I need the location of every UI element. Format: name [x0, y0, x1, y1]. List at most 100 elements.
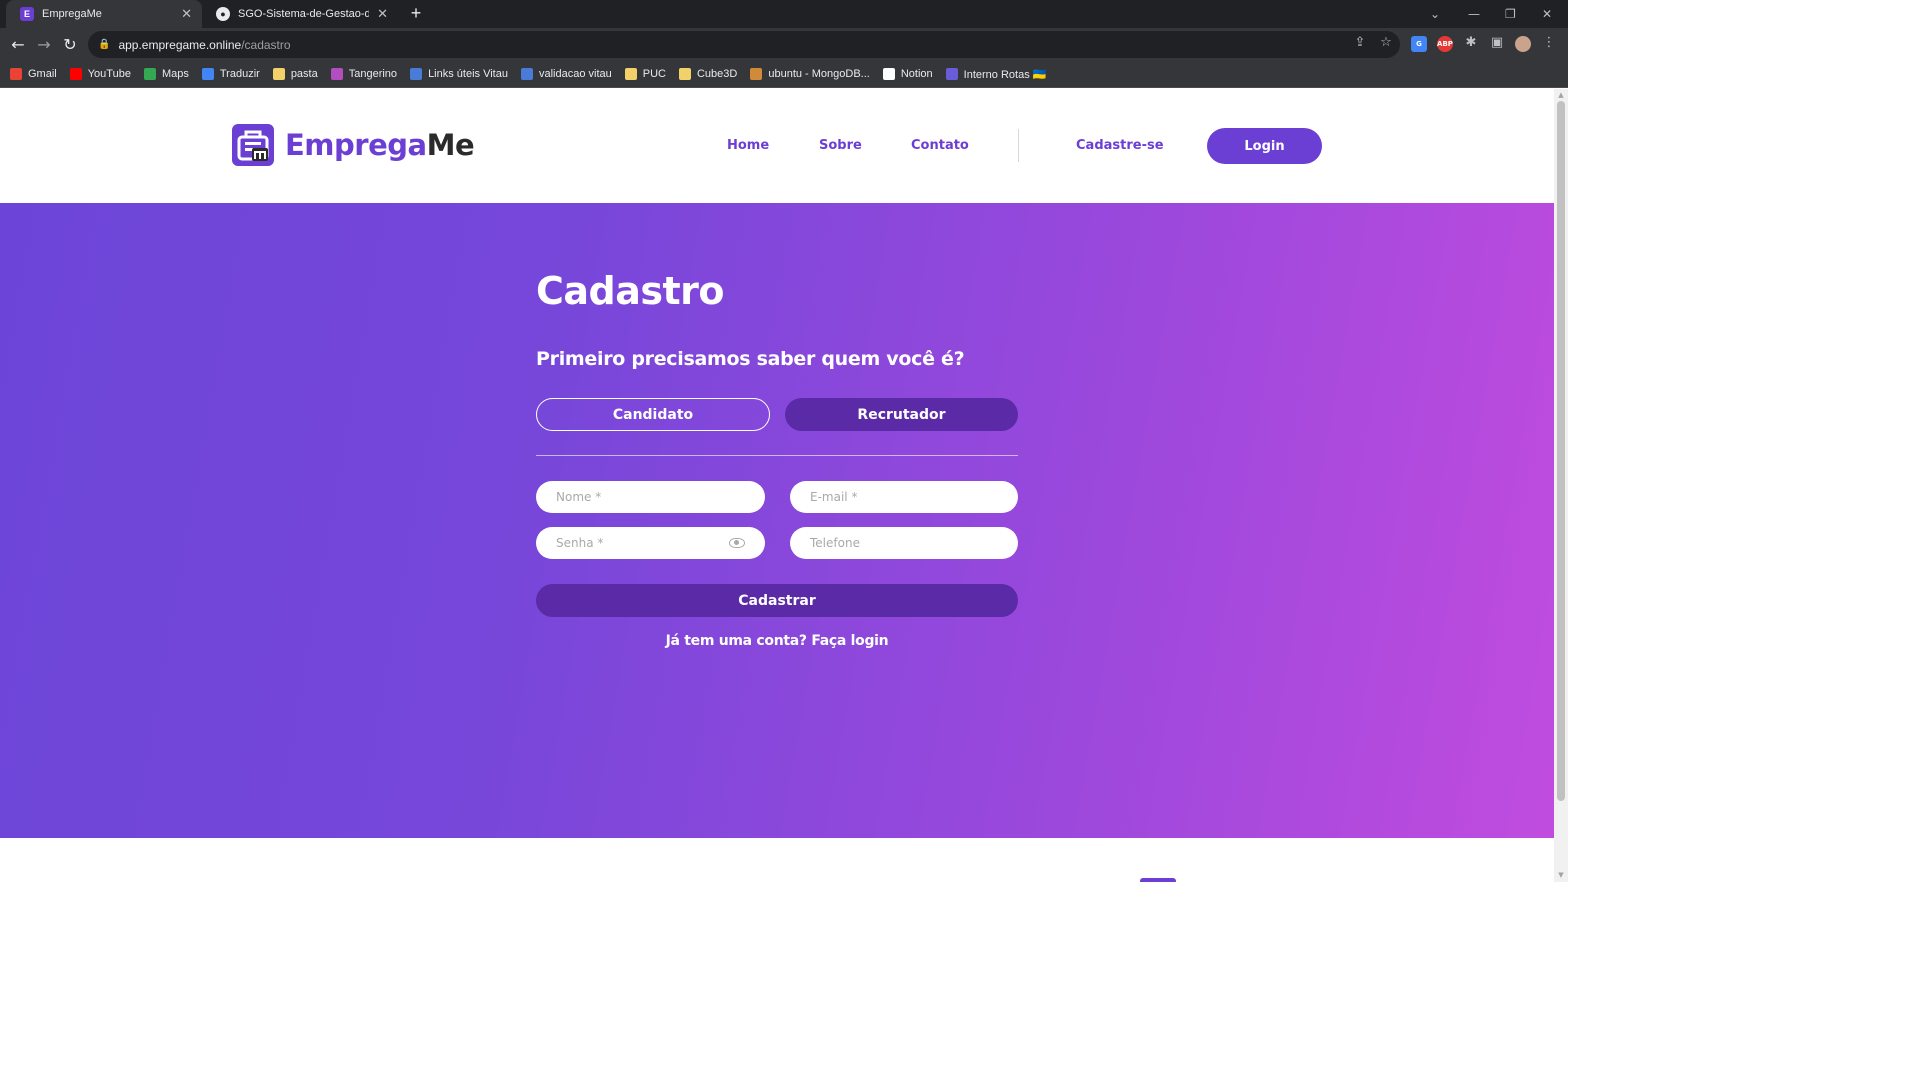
close-tab-icon[interactable]: ✕: [181, 6, 192, 22]
nav-contato-link[interactable]: Contato: [911, 138, 969, 153]
nome-input[interactable]: [556, 490, 745, 504]
email-field[interactable]: [790, 481, 1018, 513]
scroll-down-arrow-icon[interactable]: ▼: [1557, 871, 1565, 879]
bookmark-label: Tangerino: [348, 68, 398, 80]
bookmark-label: Notion: [900, 68, 933, 80]
forward-button[interactable]: →: [33, 34, 55, 56]
github-favicon-icon: ●: [216, 7, 230, 21]
address-bar[interactable]: 🔒 app.empregame.online/cadastro: [88, 31, 1400, 58]
logo-text-primary: Emprega: [285, 128, 427, 162]
translate-icon: [201, 68, 214, 80]
minimize-button[interactable]: —: [1468, 0, 1480, 28]
bookmark-item[interactable]: Tangerino: [330, 68, 398, 80]
folder-icon: [272, 68, 285, 80]
extensions-puzzle-icon[interactable]: ✱: [1463, 35, 1479, 51]
tab-search-icon[interactable]: ⌄: [1430, 0, 1440, 28]
signup-section: Cadastro Primeiro precisamos saber quem …: [0, 203, 1554, 838]
tab-title: SGO-Sistema-de-Gestao-de-ON: [238, 8, 370, 20]
footer-element: [1140, 878, 1176, 882]
bookmark-label: Traduzir: [219, 68, 260, 80]
recruiter-role-button[interactable]: Recrutador: [785, 398, 1018, 431]
page-scrollbar[interactable]: ▲ ▼: [1554, 89, 1568, 882]
folder-icon: [624, 68, 637, 80]
site-header: EmpregaMe Home Sobre Contato Cadastre-se…: [0, 89, 1554, 203]
telefone-field[interactable]: [790, 527, 1018, 559]
bookmark-item[interactable]: Cube3D: [678, 68, 738, 80]
bookmark-star-icon[interactable]: ☆: [1378, 35, 1394, 51]
email-input[interactable]: [810, 490, 998, 504]
menu-kebab-icon[interactable]: ⋮: [1541, 35, 1557, 51]
bookmark-label: Maps: [161, 68, 189, 80]
bookmark-label: validacao vitau: [538, 68, 612, 80]
page-viewport: EmpregaMe Home Sobre Contato Cadastre-se…: [0, 89, 1554, 882]
bookmark-label: ubuntu - MongoDB...: [768, 68, 870, 80]
bookmark-label: Gmail: [28, 68, 57, 80]
senha-input[interactable]: [556, 536, 729, 550]
tab-title: EmpregaMe: [42, 8, 102, 20]
scroll-up-arrow-icon[interactable]: ▲: [1557, 91, 1565, 99]
share-icon[interactable]: ⇪: [1352, 35, 1368, 51]
side-panel-icon[interactable]: ▣: [1489, 35, 1505, 51]
bookmark-item[interactable]: Maps: [143, 68, 189, 80]
url-path: /cadastro: [241, 37, 291, 52]
bookmark-item[interactable]: Links úteis Vitau: [410, 68, 508, 80]
nome-field[interactable]: [536, 481, 765, 513]
new-tab-button[interactable]: +: [406, 3, 426, 23]
vitau-icon: [410, 68, 423, 80]
bookmark-item[interactable]: PUC: [624, 68, 666, 80]
youtube-icon: [69, 68, 82, 80]
bookmark-item[interactable]: validacao vitau: [520, 68, 612, 80]
notion-icon: [882, 68, 895, 80]
logo-wordmark: EmpregaMe: [285, 128, 475, 162]
briefcase-logo-icon: [232, 124, 274, 166]
close-tab-icon[interactable]: ✕: [377, 6, 388, 22]
nav-home-link[interactable]: Home: [727, 138, 769, 153]
cadastrar-button[interactable]: Cadastrar: [536, 584, 1018, 617]
rotas-icon: [945, 68, 958, 80]
form-divider: [536, 455, 1018, 456]
role-question: Primeiro precisamos saber quem você é?: [536, 348, 965, 370]
restore-button[interactable]: ❐: [1505, 0, 1516, 28]
senha-field[interactable]: [536, 527, 765, 559]
login-link[interactable]: Já tem uma conta? Faça login: [536, 633, 1018, 649]
login-button[interactable]: Login: [1207, 128, 1322, 164]
empregame-favicon-icon: E: [20, 7, 34, 21]
back-button[interactable]: ←: [7, 34, 29, 56]
bookmark-label: Interno Rotas 🇺🇦: [963, 68, 1047, 81]
browser-toolbar: ← → ↻ 🔒 app.empregame.online/cadastro ⇪ …: [0, 28, 1568, 61]
close-window-button[interactable]: ✕: [1542, 0, 1552, 28]
bookmark-label: pasta: [290, 68, 318, 80]
folder-icon: [678, 68, 691, 80]
tangerino-icon: [330, 68, 343, 80]
nav-sobre-link[interactable]: Sobre: [819, 138, 862, 153]
nav-divider: [1018, 129, 1019, 162]
url-host: app.empregame.online: [118, 37, 242, 52]
maps-icon: [143, 68, 156, 80]
bookmark-item[interactable]: ubuntu - MongoDB...: [750, 68, 870, 80]
site-logo[interactable]: EmpregaMe: [232, 124, 475, 166]
adblock-extension-icon[interactable]: ABP: [1437, 36, 1453, 52]
bookmark-label: Cube3D: [696, 68, 738, 80]
nav-cadastre-link[interactable]: Cadastre-se: [1076, 138, 1164, 153]
page-title: Cadastro: [536, 269, 725, 313]
bookmark-item[interactable]: Notion: [882, 68, 933, 80]
profile-avatar[interactable]: [1515, 36, 1531, 52]
bookmark-item[interactable]: Traduzir: [201, 68, 260, 80]
bookmark-item[interactable]: YouTube: [69, 68, 131, 80]
bookmark-item[interactable]: Interno Rotas 🇺🇦: [945, 68, 1047, 81]
tab-sgo[interactable]: ● SGO-Sistema-de-Gestao-de-ON ✕: [202, 0, 398, 28]
bookmark-item[interactable]: Gmail: [10, 68, 57, 80]
gmail-icon: [10, 68, 22, 80]
logo-text-secondary: Me: [426, 128, 475, 162]
bookmarks-bar: Gmail YouTube Maps Traduzir pasta Tangerino Li…: [0, 61, 1568, 88]
translate-extension-icon[interactable]: G: [1411, 36, 1427, 52]
telefone-input[interactable]: [810, 536, 998, 550]
bookmark-label: PUC: [642, 68, 666, 80]
bookmark-item[interactable]: pasta: [272, 68, 318, 80]
tab-empregame[interactable]: E EmpregaMe ✕: [6, 0, 202, 28]
show-password-eye-icon[interactable]: [729, 538, 745, 548]
vitau-icon: [520, 68, 533, 80]
scrollbar-thumb[interactable]: [1557, 101, 1565, 801]
reload-button[interactable]: ↻: [59, 34, 81, 56]
candidate-role-button[interactable]: Candidato: [536, 398, 770, 431]
